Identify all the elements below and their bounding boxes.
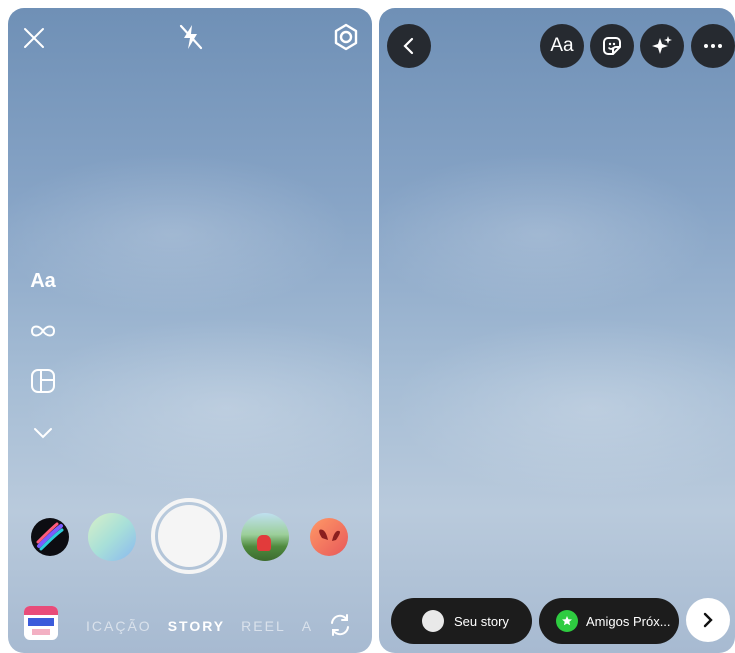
gallery-thumbnail-band xyxy=(24,606,58,615)
mode-reel[interactable]: REEL xyxy=(241,618,286,634)
mode-story[interactable]: STORY xyxy=(168,618,225,634)
mode-selector: ICAÇÃO STORY REEL A xyxy=(86,618,313,634)
flash-off-icon[interactable] xyxy=(176,22,206,52)
effect-butterfly[interactable] xyxy=(310,518,348,556)
more-icon xyxy=(704,44,722,48)
story-editor: Aa Seu story Amigos Próx... xyxy=(379,8,735,653)
your-story-label: Seu story xyxy=(454,613,509,629)
sparkles-icon xyxy=(652,36,672,54)
next-button[interactable] xyxy=(686,598,730,642)
back-icon xyxy=(403,37,414,55)
sticker-button[interactable] xyxy=(590,24,634,68)
effect-gradient[interactable] xyxy=(88,513,136,561)
chevron-right-icon xyxy=(703,612,713,628)
text-button-label: Aa xyxy=(550,35,574,56)
chevron-down-icon[interactable] xyxy=(26,418,60,448)
sticker-icon xyxy=(603,37,621,55)
star-icon xyxy=(556,610,578,632)
camera-screen: Aa ICAÇÃO STORY REEL A xyxy=(8,8,372,653)
effect-figure xyxy=(257,535,271,551)
more-options-button[interactable] xyxy=(691,24,735,68)
back-button[interactable] xyxy=(387,24,431,68)
close-icon[interactable] xyxy=(20,24,48,52)
mode-publication[interactable]: ICAÇÃO xyxy=(86,618,152,634)
text-tool-label: Aa xyxy=(30,269,56,292)
gallery-thumbnail[interactable] xyxy=(24,606,58,640)
settings-icon[interactable] xyxy=(331,22,361,52)
layout-icon[interactable] xyxy=(26,366,60,396)
infinity-icon[interactable] xyxy=(26,316,60,346)
your-story-button[interactable]: Seu story xyxy=(391,598,532,644)
effects-button[interactable] xyxy=(640,24,684,68)
your-story-avatar xyxy=(422,610,444,632)
text-button[interactable]: Aa xyxy=(540,24,584,68)
effect-color-filter[interactable] xyxy=(31,518,69,556)
gallery-thumbnail-line xyxy=(32,629,50,635)
effect-photo-garden[interactable] xyxy=(241,513,289,561)
shutter-button[interactable] xyxy=(151,498,227,574)
text-tool[interactable]: Aa xyxy=(26,266,60,296)
flip-camera-icon[interactable] xyxy=(325,610,355,640)
close-friends-label: Amigos Próx... xyxy=(586,613,671,629)
close-friends-button[interactable]: Amigos Próx... xyxy=(539,598,679,644)
shutter-inner xyxy=(158,505,220,567)
mode-live[interactable]: A xyxy=(302,618,313,634)
gallery-thumbnail-block xyxy=(28,618,54,626)
